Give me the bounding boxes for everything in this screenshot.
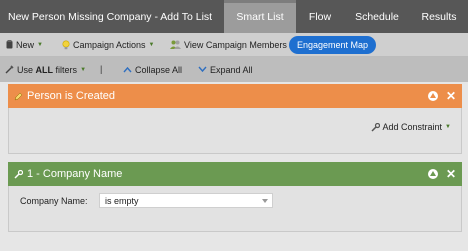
lightbulb-icon: [62, 39, 70, 49]
expand-icon: [198, 66, 207, 73]
filter-company-name-body: Company Name: is empty: [8, 186, 462, 232]
use-all-filters-button[interactable]: Use ALL filters ▼: [5, 57, 86, 82]
chevron-down-icon: ▼: [80, 66, 87, 73]
expand-all-button[interactable]: Expand All: [198, 57, 253, 82]
tab-smart-list[interactable]: Smart List: [224, 0, 296, 33]
tab-schedule[interactable]: Schedule: [344, 0, 410, 33]
filter-person-created-body: Add Constraint ▼: [8, 108, 462, 154]
new-icon: [6, 40, 13, 49]
use-all-suffix: filters: [55, 64, 78, 75]
campaign-actions-label: Campaign Actions: [73, 39, 146, 50]
tab-flow[interactable]: Flow: [296, 0, 344, 33]
campaign-header: New Person Missing Company - Add To List…: [0, 0, 468, 33]
chevron-down-icon: ▼: [148, 41, 155, 48]
filter-icon: [5, 65, 14, 74]
campaign-title: New Person Missing Company - Add To List: [8, 11, 213, 23]
pencil-icon: [14, 92, 23, 100]
collapse-all-button[interactable]: Collapse All: [123, 57, 182, 82]
chevron-down-icon: ▼: [37, 41, 43, 48]
new-label: New: [16, 39, 35, 50]
filter-controls: ✕: [427, 84, 456, 108]
tab-results[interactable]: Results: [410, 0, 468, 33]
view-campaign-members-button[interactable]: View Campaign Members: [170, 33, 287, 56]
selected-value: is empty: [105, 195, 139, 206]
add-constraint-label: Add Constraint: [382, 122, 443, 132]
people-icon: [170, 40, 181, 49]
expand-all-label: Expand All: [210, 64, 253, 75]
move-up-icon[interactable]: [427, 91, 438, 101]
filter-title: 1 - Company Name: [27, 168, 123, 180]
add-constraint-button[interactable]: Add Constraint ▼: [370, 122, 451, 132]
close-icon[interactable]: ✕: [446, 168, 456, 180]
use-all-prefix: Use: [17, 64, 34, 75]
collapse-all-label: Collapse All: [135, 64, 183, 75]
chevron-down-icon: [262, 199, 268, 203]
new-menu-button[interactable]: New ▼: [6, 33, 43, 56]
filter-bar: Use ALL filters ▼ | Collapse All Expand …: [0, 57, 468, 82]
filter-person-created-header[interactable]: Person is Created ✕: [8, 84, 462, 108]
wrench-icon: [14, 169, 23, 179]
close-icon[interactable]: ✕: [446, 90, 456, 102]
chevron-down-icon: ▼: [445, 124, 451, 130]
view-campaign-members-label: View Campaign Members: [184, 39, 287, 50]
wrench-icon: [370, 122, 380, 132]
toolbar: New ▼ Campaign Actions ▼ View Campaign M…: [0, 33, 468, 57]
move-up-icon[interactable]: [427, 169, 438, 179]
use-all-bold: ALL: [35, 64, 54, 75]
company-name-label: Company Name:: [20, 196, 88, 206]
engagement-map-button[interactable]: Engagement Map: [289, 36, 376, 54]
collapse-icon: [123, 66, 132, 73]
filter-title: Person is Created: [27, 90, 116, 102]
filter-bar-separator: |: [100, 64, 103, 74]
campaign-actions-button[interactable]: Campaign Actions ▼: [62, 33, 155, 56]
company-name-operator-select[interactable]: is empty: [99, 193, 273, 208]
filter-company-name-header[interactable]: 1 - Company Name ✕: [8, 162, 462, 186]
filter-controls: ✕: [427, 162, 456, 186]
